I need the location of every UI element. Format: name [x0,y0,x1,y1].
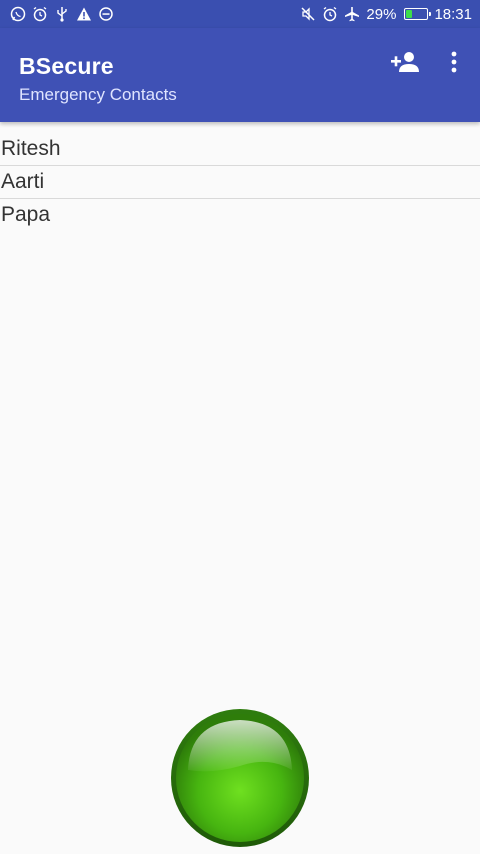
battery-percent: 29% [366,5,397,23]
minus-circle-icon [98,6,114,22]
status-bar-right: 29% 18:31 [300,6,472,23]
contact-list-item[interactable]: Ritesh [0,133,480,166]
green-panic-button-graphic [171,709,309,847]
alarm-clock-icon [322,6,338,22]
contact-list: Ritesh Aarti Papa [0,133,480,231]
status-bar: 29% 18:31 [0,0,480,28]
app-title: BSecure [19,53,114,79]
battery-level-fill [406,10,413,18]
app-bar: BSecure Emergency Contacts [0,28,480,122]
add-contact-button[interactable] [386,46,424,78]
battery-icon [404,8,432,20]
more-options-button[interactable] [440,46,468,78]
contact-list-item[interactable]: Papa [0,199,480,231]
warning-icon [76,6,92,22]
contact-list-item[interactable]: Aarti [0,166,480,199]
mute-vibrate-icon [300,6,316,22]
status-bar-left [10,6,114,22]
airplane-icon [344,6,360,22]
usb-icon [54,6,70,22]
alarm-icon [32,6,48,22]
status-time: 18:31 [434,5,472,23]
panic-button[interactable] [170,708,310,848]
add-person-icon [391,52,419,72]
app-subtitle: Emergency Contacts [19,85,177,104]
more-vert-icon [451,51,457,73]
whatsapp-icon [10,6,26,22]
